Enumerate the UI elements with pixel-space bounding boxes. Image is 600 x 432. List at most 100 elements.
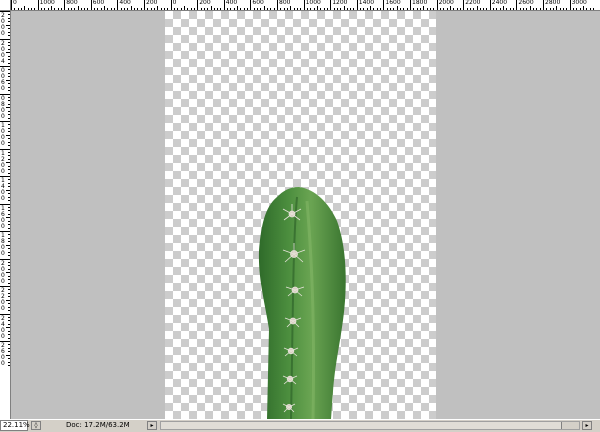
ruler-minor-tick bbox=[8, 172, 10, 174]
ruler-minor-tick bbox=[177, 8, 179, 10]
zoom-level-field[interactable]: 22.11% bbox=[0, 420, 30, 431]
ruler-minor-tick bbox=[413, 8, 415, 10]
ruler-minor-tick bbox=[8, 337, 10, 339]
ruler-major-tick bbox=[463, 0, 465, 10]
ruler-minor-tick bbox=[8, 358, 10, 360]
ruler-v-label: 0 bbox=[1, 195, 5, 202]
document-workspace[interactable] bbox=[11, 11, 600, 419]
ruler-minor-tick bbox=[350, 8, 352, 10]
ruler-minor-tick bbox=[153, 8, 155, 10]
cactus-body bbox=[258, 187, 346, 419]
ruler-minor-tick bbox=[180, 8, 182, 10]
ruler-v-label: 0 bbox=[1, 167, 5, 175]
ruler-minor-tick bbox=[273, 8, 275, 10]
ruler-minor-tick bbox=[47, 8, 49, 10]
ruler-minor-tick bbox=[8, 72, 10, 74]
ruler-minor-tick bbox=[100, 8, 102, 10]
ruler-minor-tick bbox=[233, 8, 235, 10]
ruler-minor-tick bbox=[286, 8, 288, 10]
ruler-minor-tick bbox=[220, 8, 222, 10]
ruler-minor-tick bbox=[8, 347, 10, 349]
ruler-minor-tick bbox=[94, 8, 96, 10]
ruler-minor-tick bbox=[443, 8, 445, 10]
ruler-minor-tick bbox=[509, 8, 511, 10]
ruler-minor-tick bbox=[24, 6, 26, 10]
status-menu-button[interactable]: ◊ bbox=[31, 421, 41, 430]
ruler-minor-tick bbox=[539, 8, 541, 10]
ruler-minor-tick bbox=[486, 8, 488, 10]
ruler-minor-tick bbox=[336, 8, 338, 10]
ruler-minor-tick bbox=[8, 86, 10, 88]
cactus-image bbox=[258, 187, 346, 419]
ruler-minor-tick bbox=[8, 141, 10, 143]
ruler-minor-tick bbox=[8, 69, 10, 71]
ruler-minor-tick bbox=[8, 275, 10, 277]
ruler-major-tick bbox=[90, 0, 92, 10]
ruler-minor-tick bbox=[8, 227, 10, 229]
ruler-minor-tick bbox=[8, 21, 10, 23]
ruler-minor-tick bbox=[340, 8, 342, 10]
ruler-minor-tick bbox=[8, 351, 10, 353]
ruler-minor-tick bbox=[210, 6, 212, 10]
ruler-h-label: 800 bbox=[66, 0, 78, 6]
ruler-minor-tick bbox=[582, 6, 584, 10]
ruler-minor-tick bbox=[127, 8, 129, 10]
ruler-minor-tick bbox=[130, 6, 132, 10]
ruler-minor-tick bbox=[406, 8, 408, 10]
ruler-minor-tick bbox=[439, 8, 441, 10]
ruler-minor-tick bbox=[257, 8, 259, 10]
horizontal-ruler[interactable]: 0 1000 800 600 400 200 0 200 400 600 800 1000 1200 14… bbox=[0, 0, 600, 11]
ruler-major-tick bbox=[543, 0, 544, 10]
ruler-minor-tick bbox=[260, 8, 262, 10]
ruler-minor-tick bbox=[589, 8, 591, 10]
vertical-ruler[interactable]: 2000200400600800100012001400160018002000… bbox=[0, 11, 11, 419]
document-canvas[interactable] bbox=[165, 11, 436, 419]
ruler-minor-tick bbox=[190, 8, 192, 10]
ruler-minor-tick bbox=[8, 279, 10, 281]
ruler-minor-tick bbox=[559, 8, 561, 10]
ruler-minor-tick bbox=[326, 8, 328, 10]
ruler-minor-tick bbox=[80, 8, 82, 10]
ruler-v-label: 0 bbox=[1, 250, 5, 257]
ruler-minor-tick bbox=[173, 8, 175, 10]
horizontal-scrollbar[interactable] bbox=[160, 421, 580, 430]
ruler-minor-tick bbox=[429, 8, 431, 10]
ruler-minor-tick bbox=[346, 8, 348, 10]
ruler-minor-tick bbox=[74, 8, 76, 10]
ruler-minor-tick bbox=[157, 6, 159, 10]
ruler-minor-tick bbox=[8, 114, 10, 116]
ruler-minor-tick bbox=[104, 6, 106, 10]
ruler-v-label: 0 bbox=[1, 222, 5, 230]
ruler-minor-tick bbox=[8, 145, 10, 147]
ruler-minor-tick bbox=[8, 165, 10, 167]
ruler-minor-tick bbox=[363, 8, 365, 10]
ruler-minor-tick bbox=[57, 8, 59, 10]
ruler-minor-tick bbox=[8, 14, 10, 16]
ruler-minor-tick bbox=[8, 292, 10, 294]
ruler-v-label: 0 bbox=[1, 305, 5, 312]
ruler-minor-tick bbox=[8, 220, 10, 222]
ruler-major-tick bbox=[250, 0, 252, 10]
status-info-arrow-icon[interactable]: ▸ bbox=[147, 421, 157, 430]
ruler-minor-tick bbox=[8, 48, 10, 50]
ruler-major-tick bbox=[516, 0, 518, 10]
ruler-minor-tick bbox=[160, 8, 162, 10]
ruler-minor-tick bbox=[416, 8, 418, 10]
ruler-minor-tick bbox=[207, 8, 209, 10]
ruler-origin-corner[interactable] bbox=[0, 0, 11, 10]
horizontal-scroll-thumb[interactable] bbox=[161, 422, 562, 429]
scroll-right-arrow-icon[interactable]: ▸ bbox=[582, 421, 592, 430]
ruler-major-tick bbox=[356, 0, 358, 10]
ruler-minor-tick bbox=[8, 282, 10, 284]
ruler-h-label: 200 bbox=[146, 0, 158, 6]
ruler-minor-tick bbox=[147, 8, 149, 10]
ruler-minor-tick bbox=[493, 8, 495, 10]
ruler-minor-tick bbox=[193, 8, 195, 10]
ruler-minor-tick bbox=[270, 8, 272, 10]
ruler-major-tick bbox=[277, 0, 278, 10]
ruler-minor-tick bbox=[8, 251, 10, 253]
ruler-v-label: 0 bbox=[1, 30, 5, 37]
ruler-h-label: 800 bbox=[279, 0, 291, 6]
ruler-major-tick bbox=[436, 0, 438, 10]
ruler-minor-tick bbox=[8, 196, 10, 198]
